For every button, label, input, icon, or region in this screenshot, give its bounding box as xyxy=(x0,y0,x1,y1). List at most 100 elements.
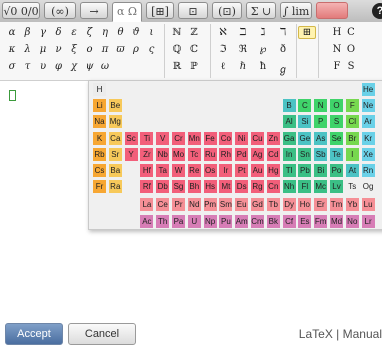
element-ra[interactable]: Ra xyxy=(108,180,122,194)
palette-symbol[interactable]: β xyxy=(21,27,35,38)
element-fl[interactable]: Fl xyxy=(298,180,312,194)
palette-symbol[interactable]: ℕ xyxy=(170,27,184,38)
element-cr[interactable]: Cr xyxy=(172,131,185,145)
element-cn[interactable]: Cn xyxy=(266,180,280,194)
element-tb[interactable]: Tb xyxy=(266,198,280,212)
palette-symbol[interactable]: ℝ xyxy=(170,61,184,72)
element-h[interactable]: H xyxy=(93,83,106,96)
element-rg[interactable]: Rg xyxy=(251,180,264,194)
element-gd[interactable]: Gd xyxy=(251,198,264,212)
element-u[interactable]: U xyxy=(187,214,201,228)
element-nb[interactable]: Nb xyxy=(156,147,170,161)
element-at[interactable]: At xyxy=(345,164,359,177)
element-es[interactable]: Es xyxy=(298,214,312,228)
element-tm[interactable]: Tm xyxy=(330,198,343,212)
element-dy[interactable]: Dy xyxy=(282,198,296,212)
tab-5[interactable]: ⊡ xyxy=(178,2,208,19)
element-nd[interactable]: Nd xyxy=(187,198,201,212)
element-ge[interactable]: Ge xyxy=(298,131,312,145)
tab-4[interactable]: [⊞] xyxy=(146,2,174,19)
tab-2[interactable]: → xyxy=(80,2,108,19)
element-o[interactable]: O xyxy=(330,99,343,113)
element-ru[interactable]: Ru xyxy=(203,147,217,161)
element-li[interactable]: Li xyxy=(93,99,106,113)
element-pa[interactable]: Pa xyxy=(172,214,185,228)
palette-symbol[interactable]: μ xyxy=(36,44,50,55)
element-cs[interactable]: Cs xyxy=(93,164,106,177)
palette-symbol[interactable]: ρ xyxy=(129,44,143,55)
palette-symbol[interactable]: ℜ xyxy=(236,44,250,55)
element-sn[interactable]: Sn xyxy=(298,147,312,161)
element-sm[interactable]: Sm xyxy=(219,198,233,212)
element-pm[interactable]: Pm xyxy=(203,198,217,212)
element-rn[interactable]: Rn xyxy=(361,164,375,177)
element-cu[interactable]: Cu xyxy=(251,131,264,145)
palette-symbol[interactable]: ℂ xyxy=(187,44,201,55)
element-ts[interactable]: Ts xyxy=(345,180,359,194)
element-mo[interactable]: Mo xyxy=(172,147,185,161)
element-am[interactable]: Am xyxy=(235,214,249,228)
palette-symbol[interactable]: ℊ xyxy=(276,61,290,76)
element-pd[interactable]: Pd xyxy=(235,147,249,161)
element-pb[interactable]: Pb xyxy=(298,164,312,177)
element-mg[interactable]: Mg xyxy=(108,115,122,129)
palette-symbol[interactable]: λ xyxy=(21,44,35,55)
element-mc[interactable]: Mc xyxy=(314,180,328,194)
element-v[interactable]: V xyxy=(156,131,170,145)
element-na[interactable]: Na xyxy=(93,115,106,129)
element-po[interactable]: Po xyxy=(330,164,343,177)
element-fm[interactable]: Fm xyxy=(314,214,328,228)
tab-6[interactable]: (⊡) xyxy=(212,2,242,19)
periodic-table-icon[interactable]: ⊞ xyxy=(298,26,316,39)
element-cf[interactable]: Cf xyxy=(282,214,296,228)
palette-symbol[interactable]: ℙ xyxy=(187,61,201,72)
latex-link[interactable]: LaTeX xyxy=(299,327,333,341)
element-fe[interactable]: Fe xyxy=(203,131,217,145)
element-re[interactable]: Re xyxy=(187,164,201,177)
element-db[interactable]: Db xyxy=(156,180,170,194)
palette-symbol[interactable]: ð xyxy=(276,44,290,55)
palette-symbol[interactable]: ℷ xyxy=(256,27,270,38)
element-k[interactable]: K xyxy=(93,131,106,145)
element-rh[interactable]: Rh xyxy=(219,147,233,161)
element-bh[interactable]: Bh xyxy=(187,180,201,194)
element-sc[interactable]: Sc xyxy=(124,131,138,145)
element-eu[interactable]: Eu xyxy=(235,198,249,212)
element-te[interactable]: Te xyxy=(330,147,343,161)
element-cl[interactable]: Cl xyxy=(345,115,359,129)
palette-symbol[interactable]: ℏ xyxy=(236,61,250,72)
element-i[interactable]: I xyxy=(345,147,359,161)
element-rf[interactable]: Rf xyxy=(140,180,154,194)
cancel-button[interactable]: Cancel xyxy=(68,323,136,345)
element-ds[interactable]: Ds xyxy=(235,180,249,194)
element-tc[interactable]: Tc xyxy=(187,147,201,161)
tab-7[interactable]: Σ ∪ xyxy=(246,2,276,19)
element-sg[interactable]: Sg xyxy=(172,180,185,194)
element-ga[interactable]: Ga xyxy=(282,131,296,145)
palette-symbol[interactable]: O xyxy=(344,44,358,55)
palette-symbol[interactable]: ℶ xyxy=(236,27,250,38)
element-mt[interactable]: Mt xyxy=(219,180,233,194)
element-th[interactable]: Th xyxy=(156,214,170,228)
element-w[interactable]: W xyxy=(172,164,185,177)
palette-symbol[interactable]: ς xyxy=(145,44,159,55)
element-pr[interactable]: Pr xyxy=(172,198,185,212)
accept-button[interactable]: Accept xyxy=(5,323,63,345)
element-zn[interactable]: Zn xyxy=(266,131,280,145)
element-fr[interactable]: Fr xyxy=(93,180,106,194)
element-np[interactable]: Np xyxy=(203,214,217,228)
element-p[interactable]: P xyxy=(314,115,328,129)
element-au[interactable]: Au xyxy=(251,164,264,177)
palette-symbol[interactable]: ϖ xyxy=(114,44,128,55)
element-tl[interactable]: Tl xyxy=(282,164,296,177)
element-in[interactable]: In xyxy=(282,147,296,161)
element-rb[interactable]: Rb xyxy=(93,147,106,161)
tab-3[interactable]: α Ω xyxy=(112,2,142,22)
element-os[interactable]: Os xyxy=(203,164,217,177)
element-ar[interactable]: Ar xyxy=(361,115,375,129)
element-as[interactable]: As xyxy=(314,131,328,145)
palette-symbol[interactable]: C xyxy=(344,27,358,38)
palette-symbol[interactable]: ξ xyxy=(67,44,81,55)
palette-symbol[interactable]: π xyxy=(98,44,112,55)
element-bk[interactable]: Bk xyxy=(266,214,280,228)
